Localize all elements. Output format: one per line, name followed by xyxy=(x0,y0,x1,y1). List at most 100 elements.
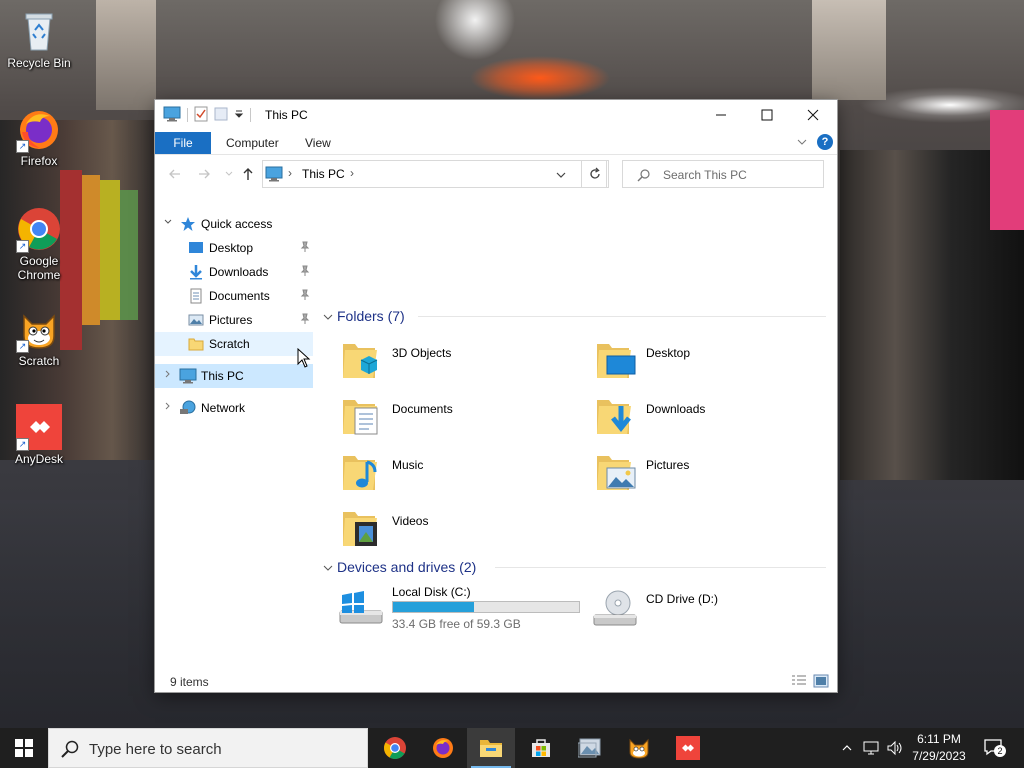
group-divider xyxy=(418,316,826,317)
nav-label: Scratch xyxy=(209,337,250,351)
this-pc-icon xyxy=(265,166,283,185)
close-icon xyxy=(807,109,819,121)
folder-item-3d-objects[interactable]: 3D Objects xyxy=(320,338,570,394)
taskbar-app-anydesk[interactable] xyxy=(664,728,712,768)
details-view-button[interactable] xyxy=(791,674,807,688)
action-center-button[interactable]: 2 xyxy=(978,728,1010,768)
nav-item-desktop[interactable]: Desktop xyxy=(155,236,313,260)
navigation-pane: Quick access Desktop Downloads Documents xyxy=(155,210,313,680)
notification-icon: 2 xyxy=(983,738,1006,758)
desktop-icon-label: Recycle Bin xyxy=(7,56,71,70)
clock-time: 6:11 PM xyxy=(917,732,961,746)
close-button[interactable] xyxy=(790,100,836,130)
taskbar-app-microsoft-store[interactable] xyxy=(517,728,565,768)
pin-icon[interactable] xyxy=(299,289,311,301)
customize-toolbar-icon[interactable] xyxy=(234,108,244,122)
nav-label: Pictures xyxy=(209,313,253,327)
pin-icon[interactable] xyxy=(299,313,311,325)
pictures-folder-icon xyxy=(595,450,639,494)
nav-item-network[interactable]: Network xyxy=(155,396,313,420)
folder-item-videos[interactable]: Videos xyxy=(320,506,570,562)
expand-ribbon-button[interactable] xyxy=(796,136,808,148)
taskbar-app-firefox[interactable] xyxy=(419,728,467,768)
chevron-down-icon[interactable] xyxy=(323,562,333,576)
desktop-icon-google-chrome[interactable]: ↗ Google Chrome xyxy=(1,206,77,282)
large-icons-view-button[interactable] xyxy=(813,674,829,688)
nav-item-this-pc[interactable]: This PC xyxy=(155,364,313,388)
nav-item-downloads[interactable]: Downloads xyxy=(155,260,313,284)
scratch-icon: ↗ xyxy=(16,306,62,353)
refresh-button[interactable] xyxy=(581,160,609,188)
taskbar-app-photos[interactable] xyxy=(566,728,614,768)
folder-item-pictures[interactable]: Pictures xyxy=(574,450,824,506)
network-wired-icon xyxy=(863,741,879,755)
start-button[interactable] xyxy=(0,728,48,768)
chrome-icon: ↗ xyxy=(16,206,62,253)
tab-computer[interactable]: Computer xyxy=(226,133,279,153)
new-folder-icon[interactable] xyxy=(214,106,228,125)
folder-icon xyxy=(188,336,204,352)
desktop-icon-recycle-bin[interactable]: Recycle Bin xyxy=(1,8,77,70)
group-title: Devices and drives (2) xyxy=(337,559,477,575)
properties-icon[interactable] xyxy=(194,106,208,125)
chevron-down-icon[interactable] xyxy=(323,311,333,325)
window-title: This PC xyxy=(265,108,308,122)
address-dropdown-button[interactable] xyxy=(555,169,567,183)
folder-item-documents[interactable]: Documents xyxy=(320,394,570,450)
show-hidden-icons-button[interactable] xyxy=(837,728,857,768)
group-header-folders[interactable]: Folders (7) xyxy=(320,306,830,326)
address-bar[interactable]: › This PC › xyxy=(262,160,607,188)
recent-locations-button[interactable] xyxy=(221,167,237,183)
help-button[interactable]: ? xyxy=(817,134,833,150)
tab-view[interactable]: View xyxy=(305,133,331,153)
taskbar-app-file-explorer[interactable] xyxy=(467,728,515,768)
taskbar-clock[interactable]: 6:11 PM 7/29/2023 xyxy=(902,731,976,765)
chevron-right-icon[interactable] xyxy=(163,369,173,382)
mouse-cursor-icon xyxy=(297,347,311,371)
taskbar-app-scratch[interactable] xyxy=(615,728,663,768)
breadcrumb-separator: › xyxy=(288,166,292,180)
maximize-button[interactable] xyxy=(744,100,790,130)
folder-item-downloads[interactable]: Downloads xyxy=(574,394,824,450)
desktop-icon-scratch[interactable]: ↗ Scratch xyxy=(1,306,77,368)
drive-usage-fill xyxy=(393,602,475,612)
nav-label: Quick access xyxy=(201,217,273,231)
folder-name: Music xyxy=(392,458,424,472)
folder-item-desktop[interactable]: Desktop xyxy=(574,338,824,394)
pin-icon[interactable] xyxy=(299,265,311,277)
chevron-down-icon[interactable] xyxy=(163,217,173,230)
desktop-icon-firefox[interactable]: ↗ Firefox xyxy=(1,106,77,168)
search-box[interactable]: Search This PC xyxy=(622,160,824,188)
network-icon xyxy=(179,400,196,416)
folder-item-music[interactable]: Music xyxy=(320,450,570,506)
nav-item-pictures[interactable]: Pictures xyxy=(155,308,313,332)
desktop-icon-label: Scratch xyxy=(18,354,60,368)
clock-date: 7/29/2023 xyxy=(912,749,966,763)
desktop-icon-anydesk[interactable]: ↗ AnyDesk xyxy=(1,404,77,466)
taskbar-app-chrome[interactable] xyxy=(371,728,419,768)
pin-icon[interactable] xyxy=(299,241,311,253)
drive-free-space: 33.4 GB free of 59.3 GB xyxy=(392,617,521,631)
nav-item-documents[interactable]: Documents xyxy=(155,284,313,308)
taskbar-search-box[interactable]: Type here to search xyxy=(48,728,368,768)
breadcrumb-separator[interactable]: › xyxy=(350,166,354,180)
breadcrumb-this-pc[interactable]: This PC xyxy=(302,167,345,181)
group-header-devices[interactable]: Devices and drives (2) xyxy=(320,557,830,577)
nav-item-quick-access[interactable]: Quick access xyxy=(155,212,313,236)
up-button[interactable] xyxy=(240,167,256,183)
arrow-up-icon xyxy=(243,168,253,180)
status-bar: 9 items xyxy=(155,670,837,692)
nav-item-scratch[interactable]: Scratch xyxy=(155,332,313,356)
drive-item-cd-drive-d[interactable]: CD Drive (D:) xyxy=(574,585,824,645)
forward-button[interactable] xyxy=(196,167,212,183)
shortcut-arrow-icon: ↗ xyxy=(16,140,29,153)
network-status-button[interactable] xyxy=(860,728,882,768)
chevron-right-icon[interactable] xyxy=(163,401,173,414)
tab-file[interactable]: File xyxy=(155,132,211,154)
file-explorer-window[interactable]: This PC File Computer View ? › This PC ›… xyxy=(155,100,837,692)
title-bar[interactable]: This PC xyxy=(155,100,837,130)
back-button[interactable] xyxy=(167,167,183,183)
drive-item-local-disk-c[interactable]: Local Disk (C:) 33.4 GB free of 59.3 GB xyxy=(320,585,580,645)
minimize-button[interactable] xyxy=(698,100,744,130)
downloads-folder-icon xyxy=(595,394,639,438)
